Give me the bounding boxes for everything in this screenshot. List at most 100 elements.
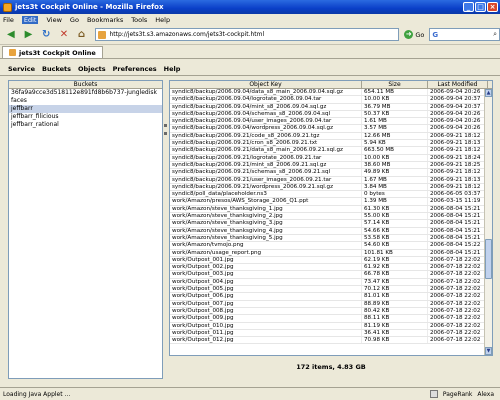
menu-go[interactable]: Go: [70, 16, 79, 24]
cell-object-key: work/Outpost_008.jpg: [170, 307, 362, 315]
cell-size: 3.57 MB: [362, 125, 428, 132]
reload-icon[interactable]: ↻: [38, 27, 54, 43]
table-row[interactable]: work/Outpost_004.jpg 73.47 KB 2006-07-18 2…: [170, 278, 492, 287]
url-bar[interactable]: http://jets3t.s3.amazonaws.com/jets3t-co…: [95, 28, 400, 41]
search-input[interactable]: G ⌕: [429, 28, 500, 41]
pagerank-label[interactable]: PageRank: [443, 391, 473, 398]
cell-object-key: work/Amazon/steve_thanksgiving_3.jpg: [170, 220, 362, 227]
table-row[interactable]: syndic8/backup/2006.09.04/mint_s8_2006.0…: [170, 103, 492, 111]
home-icon[interactable]: ⌂: [74, 27, 90, 43]
table-row[interactable]: work/Amazon/steve_thanksgiving_3.jpg 57.1…: [170, 220, 492, 228]
table-row[interactable]: work/Outpost_009.jpg 88.11 KB 2006-07-18 2…: [170, 315, 492, 323]
table-row[interactable]: work/Outpost_006.jpg 81.01 KB 2006-07-18 2…: [170, 293, 492, 301]
app-menu-objects[interactable]: Objects: [78, 65, 106, 73]
table-row[interactable]: work/Amazon/steve_thanksgiving_2.jpg 55.0…: [170, 213, 492, 221]
go-button[interactable]: ➜ Go: [404, 30, 424, 39]
cell-size: 81.19 KB: [362, 322, 428, 329]
table-row[interactable]: work/Outpost_008.jpg 80.42 KB 2006-07-18 2…: [170, 307, 492, 316]
table-row[interactable]: work/Outpost_007.jpg 88.89 KB 2006-07-18 2…: [170, 300, 492, 308]
cell-object-key: work/Outpost_002.jpg: [170, 264, 362, 271]
table-row[interactable]: syndic8/backup/2006.09.21/logrotate_2006…: [170, 154, 492, 162]
google-icon: G: [432, 30, 439, 39]
bucket-item[interactable]: 36fa9a9cce3d518112e891fd8b6b737-jungledi…: [9, 89, 162, 97]
cell-object-key: work/Amazon/usage_report.png: [170, 249, 362, 256]
scrollbar-thumb[interactable]: [485, 239, 492, 279]
status-bar: Loading Java Applet ... PageRank Alexa: [0, 387, 500, 400]
minimize-button[interactable]: _: [463, 2, 474, 12]
menu-tools[interactable]: Tools: [131, 16, 147, 24]
menu-file[interactable]: File: [3, 16, 14, 24]
cell-last-modified: 2006-08-04 15:22: [428, 242, 488, 249]
table-row[interactable]: work/Amazon/steve_thanksgiving_5.jpg 53.5…: [170, 234, 492, 243]
menu-bookmarks[interactable]: Bookmarks: [87, 16, 123, 24]
table-row[interactable]: syndic8/backup/2006.09.21/mint_s8_2006.0…: [170, 161, 492, 170]
table-row[interactable]: syndic8/backup/2006.09.21/schemas_s8_200…: [170, 169, 492, 177]
cell-object-key: syndic8/backup/2006.09.04/user_images_20…: [170, 118, 362, 125]
table-row[interactable]: syndic8/backup/2006.09.04/schemas_s8_200…: [170, 110, 492, 119]
cell-size: 10.00 KB: [362, 154, 428, 161]
cell-last-modified: 2006-07-18 22:02: [428, 256, 488, 264]
cell-last-modified: 2006-08-04 15:21: [428, 205, 488, 213]
table-row[interactable]: syndic8/backup/2006.09.04/wordpress_2006…: [170, 125, 492, 133]
cell-last-modified: 2006-09-21 18:24: [428, 154, 488, 161]
table-row[interactable]: syndic8/backup/2006.09.04/logrotate_2006…: [170, 96, 492, 104]
search-icon[interactable]: ⌕: [493, 30, 497, 39]
table-row[interactable]: syndic8/backup/2006.09.21/user_images_20…: [170, 176, 492, 184]
table-row[interactable]: work/Outpost_002.jpg 61.92 KB 2006-07-18 2…: [170, 264, 492, 272]
menu-edit[interactable]: Edit: [21, 15, 39, 24]
table-row[interactable]: syndic8/backup/2006.09.21/cron_s8_2006.0…: [170, 140, 492, 148]
back-arrow-icon[interactable]: ◀: [3, 27, 19, 43]
table-row[interactable]: work/Outpost_011.jpg 36.41 KB 2006-07-18 2…: [170, 329, 492, 338]
table-row[interactable]: work/Outpost_001.jpg 62.19 KB 2006-07-18 2…: [170, 256, 492, 265]
bucket-item[interactable]: jeffbarr_rational: [9, 121, 162, 129]
scroll-down-icon[interactable]: ▼: [485, 347, 492, 355]
scroll-up-icon[interactable]: ▲: [485, 89, 492, 97]
splitter-arrow-icon[interactable]: [164, 124, 167, 127]
table-row[interactable]: work/Amazon/tvmojo.png 54.60 KB 2006-08-04…: [170, 242, 492, 250]
app-menu-buckets[interactable]: Buckets: [42, 65, 71, 73]
table-row[interactable]: syndic8/backup/2006.09.21/code_s8_2006.0…: [170, 132, 492, 141]
table-row[interactable]: work/Amazon/steve_thanksgiving_4.jpg 54.6…: [170, 227, 492, 235]
panel-splitter[interactable]: [164, 80, 168, 379]
table-row[interactable]: syndic8/poll_data/placeholder.ns3 0 bytes…: [170, 191, 492, 199]
menu-help[interactable]: Help: [155, 16, 170, 24]
table-row[interactable]: syndic8/backup/2006.09.21/data_s8_main_2…: [170, 147, 492, 155]
table-row[interactable]: work/Outpost_005.jpg 70.12 KB 2006-07-18 2…: [170, 286, 492, 294]
bucket-item[interactable]: jeffbarr_filicious: [9, 113, 162, 121]
table-row[interactable]: work/Amazon/steve_thanksgiving_1.jpg 61.3…: [170, 205, 492, 214]
cell-last-modified: 2006-08-04 15:21: [428, 227, 488, 234]
column-header-last-modified[interactable]: Last Modified: [428, 81, 488, 88]
table-row[interactable]: work/Amazon/usage_report.png 101.81 KB 200…: [170, 249, 492, 257]
table-row[interactable]: work/Outpost_003.jpg 66.78 KB 2006-07-18 2…: [170, 271, 492, 279]
cell-object-key: syndic8/backup/2006.09.21/cron_s8_2006.0…: [170, 140, 362, 147]
app-menu-preferences[interactable]: Preferences: [113, 65, 157, 73]
cell-object-key: syndic8/backup/2006.09.04/data_s8_main_2…: [170, 89, 362, 96]
buckets-header[interactable]: Buckets: [9, 81, 162, 89]
maximize-button[interactable]: □: [475, 2, 486, 12]
table-row[interactable]: syndic8/backup/2006.09.04/data_s8_main_2…: [170, 89, 492, 97]
tab-label: jets3t Cockpit Online: [19, 48, 96, 57]
tab-jets3t-cockpit[interactable]: jets3t Cockpit Online: [2, 46, 103, 58]
cell-last-modified: 2006-09-21 18:25: [428, 161, 488, 169]
table-row[interactable]: work/Outpost_012.jpg 70.98 KB 2006-07-18 2…: [170, 337, 492, 345]
objects-scrollbar[interactable]: ▲ ▼: [484, 89, 492, 355]
close-button[interactable]: ×: [487, 2, 498, 12]
app-menu-service[interactable]: Service: [8, 65, 35, 73]
tab-favicon-icon: [9, 49, 16, 56]
forward-arrow-icon[interactable]: ▶: [21, 27, 37, 43]
bucket-item[interactable]: faces: [9, 97, 162, 105]
table-row[interactable]: syndic8/backup/2006.09.21/wordpress_2006…: [170, 183, 492, 192]
cell-last-modified: 2006-09-04 20:37: [428, 103, 488, 110]
table-row[interactable]: work/Amazon/presos/AWS_Storage_2006_Q1.p…: [170, 198, 492, 206]
cell-last-modified: 2006-09-21 18:12: [428, 183, 488, 191]
column-header-size[interactable]: Size: [362, 81, 428, 88]
bucket-item[interactable]: jeffbarr: [9, 105, 162, 113]
app-menu-help[interactable]: Help: [164, 65, 181, 73]
menu-view[interactable]: View: [46, 16, 61, 24]
stop-icon[interactable]: ✕: [56, 27, 72, 43]
column-header-object-key[interactable]: Object Key: [170, 81, 362, 88]
alexa-label[interactable]: Alexa: [477, 391, 494, 398]
splitter-arrow-icon[interactable]: [164, 132, 167, 135]
table-row[interactable]: work/Outpost_010.jpg 81.19 KB 2006-07-18 2…: [170, 322, 492, 330]
table-row[interactable]: syndic8/backup/2006.09.04/user_images_20…: [170, 118, 492, 126]
